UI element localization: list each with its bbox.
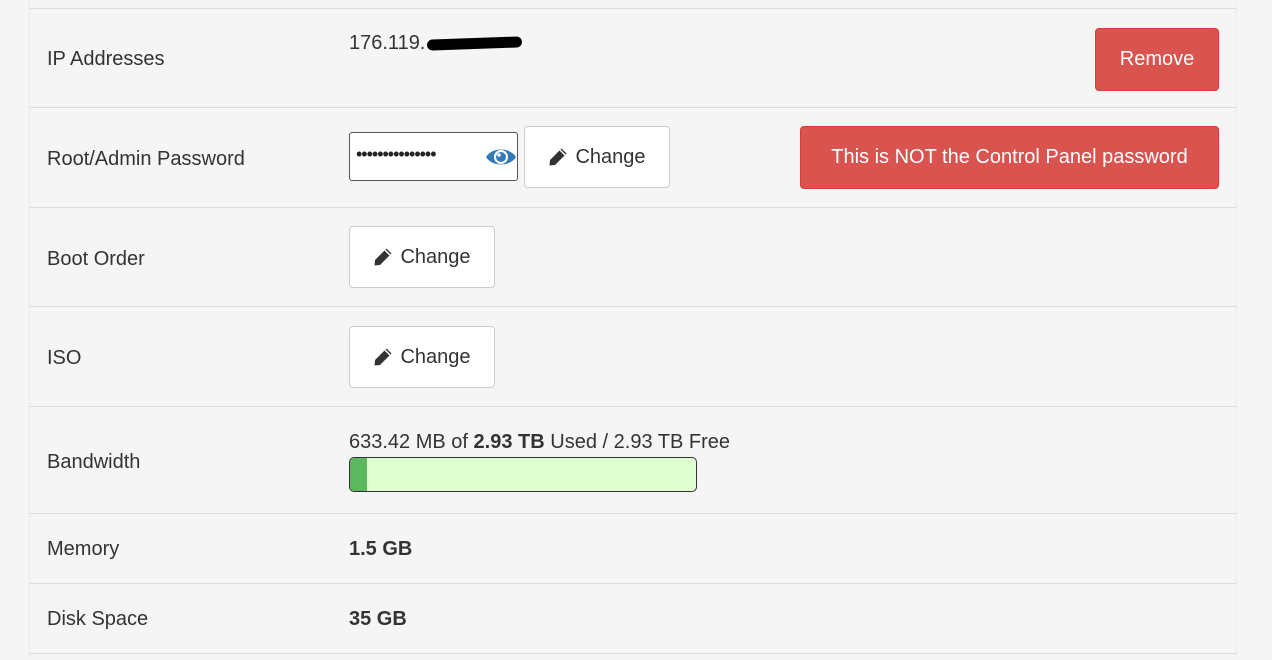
- control-panel-password-warning[interactable]: This is NOT the Control Panel password: [800, 126, 1219, 189]
- pencil-icon: [373, 247, 393, 267]
- disk-space-label: Disk Space: [47, 608, 149, 630]
- password-field[interactable]: •••••••••••••••: [349, 132, 518, 181]
- bandwidth-label: Bandwidth: [47, 451, 141, 473]
- change-password-label: Change: [575, 145, 646, 168]
- row-ip-addresses: IP Addresses 176.119. Remove: [29, 8, 1237, 108]
- bandwidth-used: 633.42 MB: [349, 431, 446, 453]
- row-disk-space: Disk Space 35 GB: [29, 583, 1237, 654]
- row-memory: Memory 1.5 GB: [29, 513, 1237, 584]
- row-root-password: Root/Admin Password ••••••••••••••• Chan…: [29, 107, 1237, 208]
- remove-button[interactable]: Remove: [1095, 28, 1219, 91]
- bandwidth-total: 2.93 TB: [473, 431, 545, 453]
- password-masked-value: •••••••••••••••: [356, 144, 437, 164]
- iso-label: ISO: [47, 347, 82, 369]
- ip-address-value: 176.119.: [349, 32, 523, 55]
- change-boot-order-button[interactable]: Change: [349, 226, 495, 288]
- change-iso-button[interactable]: Change: [349, 326, 495, 388]
- root-password-label: Root/Admin Password: [47, 148, 245, 170]
- bandwidth-used-text: Used /: [550, 431, 609, 453]
- bandwidth-progress-bar: [349, 457, 697, 492]
- ip-address-text: 176.119.: [349, 32, 426, 54]
- change-boot-order-label: Change: [400, 245, 471, 268]
- bandwidth-of: of: [451, 431, 468, 453]
- ip-addresses-label: IP Addresses: [47, 48, 165, 70]
- bandwidth-usage-text: 633.42 MB of 2.93 TB Used / 2.93 TB Free: [349, 431, 730, 454]
- row-boot-order: Boot Order Change: [29, 207, 1237, 307]
- memory-label: Memory: [47, 538, 120, 560]
- pencil-icon: [373, 347, 393, 367]
- bandwidth-progress-fill: [350, 458, 368, 491]
- pencil-icon: [548, 147, 568, 167]
- warning-label: This is NOT the Control Panel password: [831, 146, 1188, 168]
- row-iso: ISO Change: [29, 306, 1237, 407]
- boot-order-label: Boot Order: [47, 248, 145, 270]
- row-bandwidth: Bandwidth 633.42 MB of 2.93 TB Used / 2.…: [29, 406, 1237, 514]
- change-password-button[interactable]: Change: [524, 126, 670, 188]
- bandwidth-free: 2.93 TB Free: [613, 431, 730, 453]
- redaction-mark: [427, 36, 523, 51]
- memory-value: 1.5 GB: [349, 538, 413, 560]
- disk-space-value: 35 GB: [349, 608, 407, 630]
- eye-icon[interactable]: [485, 146, 517, 173]
- change-iso-label: Change: [400, 345, 471, 368]
- remove-button-label: Remove: [1119, 48, 1195, 70]
